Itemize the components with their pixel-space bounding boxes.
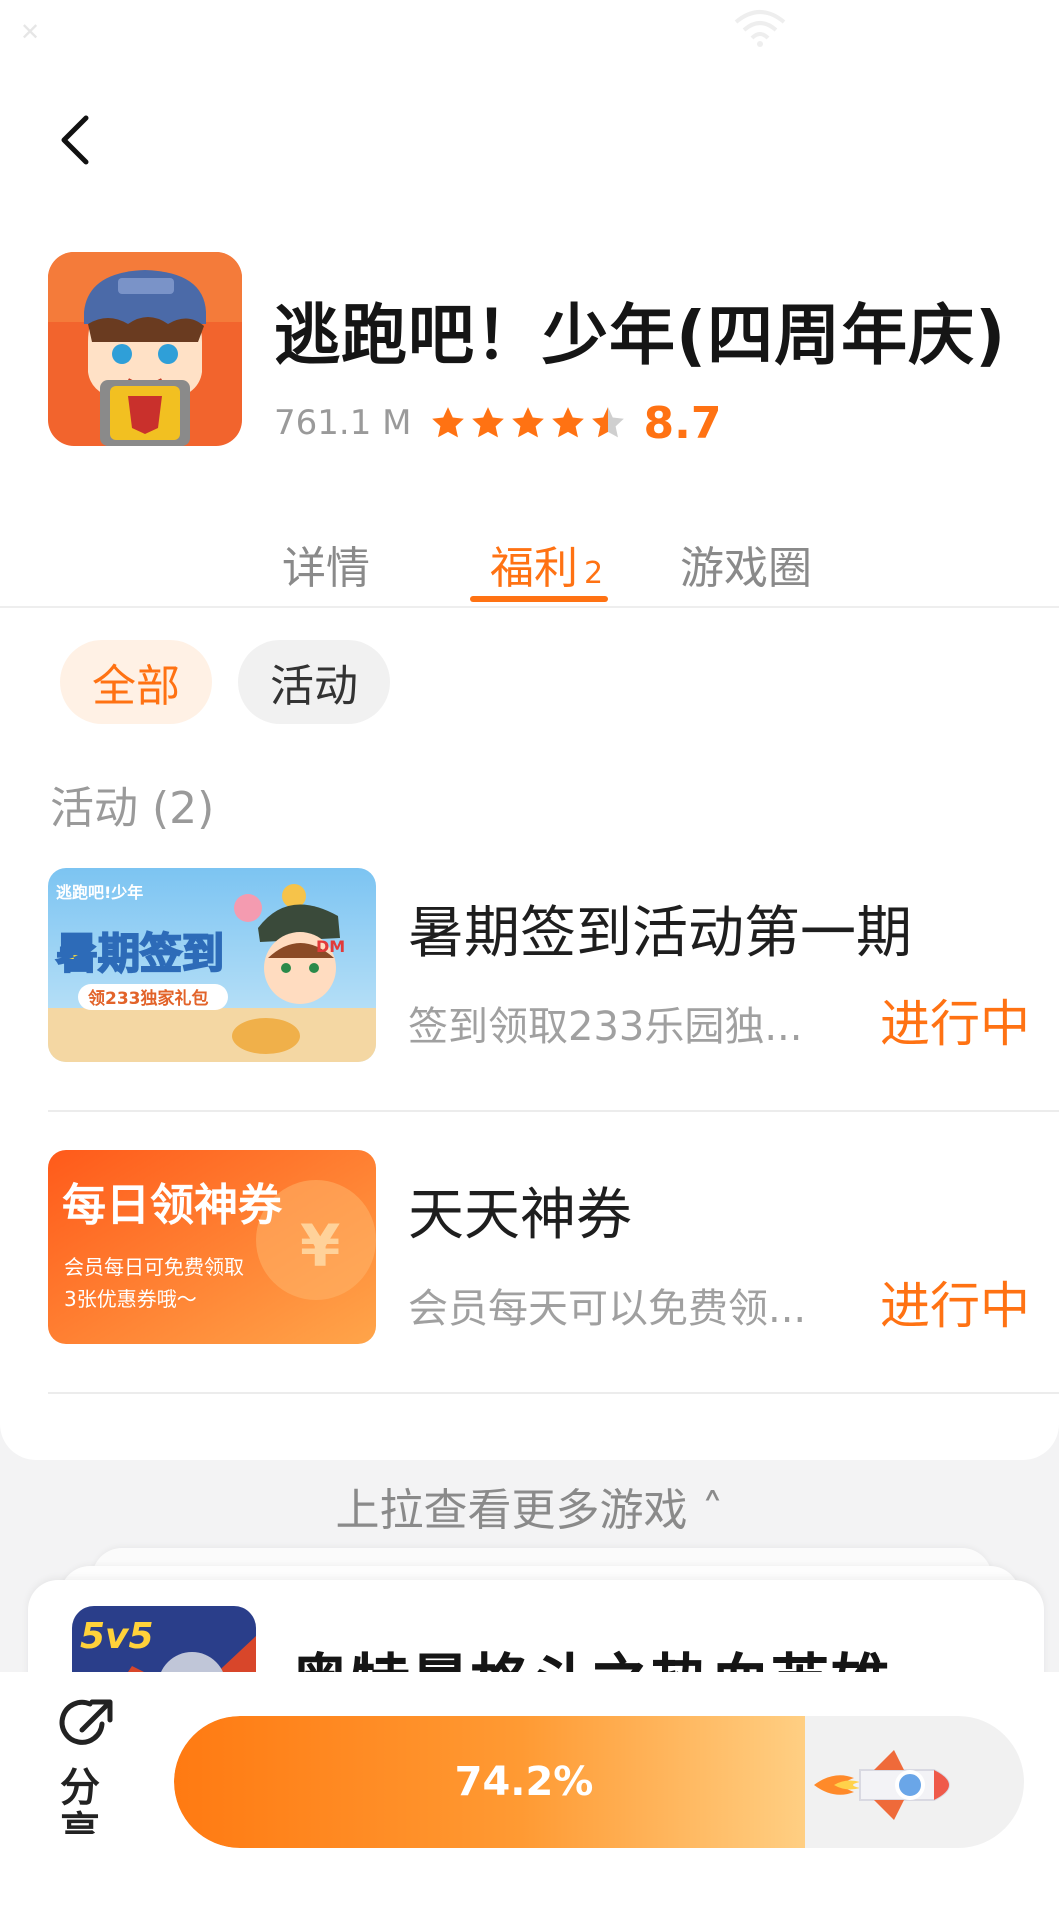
tab-details[interactable]: 详情 <box>282 532 370 596</box>
rating-stars <box>429 404 627 442</box>
star-icon <box>512 407 545 438</box>
banner-subline: 领233独家礼包 <box>88 988 209 1009</box>
chevron-left-icon[interactable] <box>52 110 102 170</box>
divider <box>48 1392 1059 1394</box>
activity-banner: 逃跑吧!少年 暑期签到 领233独家礼包 DM <box>48 868 376 1062</box>
share-button[interactable]: 分享 <box>50 1694 130 1834</box>
star-icon <box>472 407 505 438</box>
activity-desc: 会员每天可以免费领... <box>408 1286 807 1332</box>
tab-benefits[interactable]: 福利 2 <box>490 532 603 596</box>
app-size: 761.1 M <box>274 403 412 443</box>
progress-percent: 74.2% <box>454 1759 594 1805</box>
share-label: 分享 <box>60 1765 100 1834</box>
activity-status: 进行中 <box>880 995 1030 1053</box>
pull-up-more-games[interactable]: 上拉查看更多游戏 ˄ <box>0 1474 1059 1538</box>
wifi-icon <box>734 10 786 47</box>
activity-status: 进行中 <box>880 1277 1030 1335</box>
activity-item[interactable]: 逃跑吧!少年 暑期签到 领233独家礼包 DM 暑期签到活动第一期 签到领取23… <box>48 868 1059 1062</box>
filter-chip-all[interactable]: 全部 <box>60 640 212 724</box>
app-title: 逃跑吧！少年(四周年庆) <box>274 297 1007 374</box>
star-icon <box>432 407 465 438</box>
divider <box>48 1110 1059 1112</box>
activity-desc: 签到领取233乐园独... <box>408 1004 803 1050</box>
banner-cap-text: DM <box>316 937 345 956</box>
app-icon <box>48 252 242 446</box>
activity-banner: ¥ 每日领神券 会员每日可免费领取 3张优惠券哦～ <box>48 1150 376 1344</box>
app-meta: 761.1 M 8.7 <box>274 397 722 449</box>
banner-currency-symbol: ¥ <box>300 1212 340 1280</box>
banner-line-2: 3张优惠券哦～ <box>64 1287 197 1311</box>
banner-headline: 暑期签到 <box>56 929 224 978</box>
banner-badge: 逃跑吧!少年 <box>56 883 143 902</box>
activity-title: 天天神券 <box>408 1183 632 1248</box>
banner-line-1: 会员每日可免费领取 <box>64 1255 244 1279</box>
tab-game-circle[interactable]: 游戏圈 <box>680 532 812 596</box>
download-progress-button[interactable]: 74.2% <box>174 1716 1024 1848</box>
status-close-glyph: ✕ <box>20 18 41 46</box>
activity-title: 暑期签到活动第一期 <box>408 901 912 966</box>
tab-badge: 2 <box>584 556 604 591</box>
next-game-icon-text: 5v5 <box>80 1616 154 1657</box>
half-star-icon <box>592 407 625 438</box>
section-title: 活动 (2) <box>50 783 215 834</box>
bottom-action-bar: 分享 74.2% <box>0 1672 1059 1911</box>
star-icon <box>552 407 585 438</box>
status-bar: ✕ <box>0 0 1059 60</box>
share-icon <box>59 1699 113 1745</box>
active-tab-indicator <box>470 596 608 602</box>
rating-score: 8.7 <box>643 397 722 449</box>
activity-item[interactable]: ¥ 每日领神券 会员每日可免费领取 3张优惠券哦～ 天天神券 会员每天可以免费领… <box>48 1150 1059 1344</box>
tab-bar: 详情 福利 2 游戏圈 <box>0 520 1059 608</box>
filter-chip-activity[interactable]: 活动 <box>238 640 390 724</box>
banner-headline: 每日领神券 <box>62 1180 283 1231</box>
